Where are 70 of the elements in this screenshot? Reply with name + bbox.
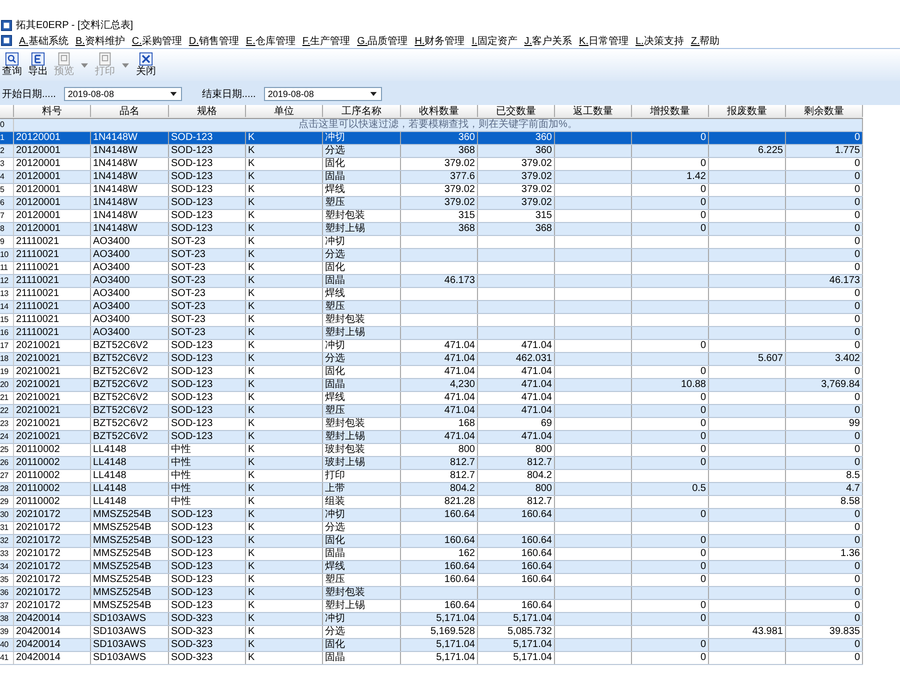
column-header[interactable]: 返工数量: [555, 105, 632, 117]
row-number: 0: [0, 119, 14, 131]
table-row[interactable]: 9 21110021 AO3400 SOT-23 K 冲切 0: [0, 236, 863, 249]
table-row[interactable]: 3 20120001 1N4148W SOD-123 K 固化 379.02 379.02 0 0: [0, 158, 863, 171]
search-icon: [5, 52, 19, 66]
column-header[interactable]: 料号: [14, 105, 91, 117]
table-row[interactable]: 41 20420014 SD103AWS SOD-323 K 固晶 5,171.04 5,171.04 0 0: [0, 652, 863, 665]
export-icon: [31, 52, 45, 66]
date-field[interactable]: 2019-08-08: [264, 87, 382, 101]
document-icon: [98, 52, 112, 66]
table-row[interactable]: 26 20110002 LL4148 中性 K 玻封上锡 812.7 812.7 0 0: [0, 457, 863, 470]
table-row[interactable]: 13 21110021 AO3400 SOT-23 K 焊线 0: [0, 288, 863, 301]
table-row[interactable]: 31 20210172 MMSZ5254B SOD-123 K 分选 0: [0, 522, 863, 535]
menu-item[interactable]: H.财务管理: [414, 34, 465, 48]
window-title: 拓其E0ERP - [交料汇总表]: [16, 18, 134, 32]
table-row[interactable]: 18 20210021 BZT52C6V2 SOD-123 K 分选 471.04 462.031 5.607 3.402: [0, 353, 863, 366]
table-row[interactable]: 38 20420014 SD103AWS SOD-323 K 冲切 5,171.04 5,171.04 0 0: [0, 613, 863, 626]
table-row[interactable]: 5 20120001 1N4148W SOD-123 K 焊线 379.02 379.02 0 0: [0, 184, 863, 197]
table-row[interactable]: 32 20210172 MMSZ5254B SOD-123 K 固化 160.64 160.64 0 0: [0, 535, 863, 548]
column-header[interactable]: 已交数量: [478, 105, 555, 117]
menu-item[interactable]: E.仓库管理: [246, 34, 296, 48]
table-row[interactable]: 2 20120001 1N4148W SOD-123 K 分选 368 360 6.225 1.775: [0, 145, 863, 158]
table-row[interactable]: 27 20110002 LL4148 中性 K 打印 812.7 804.2 8.5: [0, 470, 863, 483]
column-header[interactable]: 报废数量: [709, 105, 786, 117]
table-row[interactable]: 11 21110021 AO3400 SOT-23 K 固化 0: [0, 262, 863, 275]
table-row[interactable]: 30 20210172 MMSZ5254B SOD-123 K 冲切 160.64 160.64 0 0: [0, 509, 863, 522]
table-row[interactable]: 12 21110021 AO3400 SOT-23 K 固晶 46.173 46.173: [0, 275, 863, 288]
date-label: 结束日期.....: [202, 88, 256, 101]
menu-item[interactable]: C.采购管理: [132, 34, 182, 48]
column-header[interactable]: 工序名称: [323, 105, 401, 117]
menu-item[interactable]: B.资料维护: [75, 34, 125, 48]
table-row[interactable]: 4 20120001 1N4148W SOD-123 K 固晶 377.6 379.02 1.42 0: [0, 171, 863, 184]
table-row[interactable]: 29 20110002 LL4148 中性 K 组装 821.28 812.7 8.58: [0, 496, 863, 509]
toolbar-button[interactable]: 关闭: [134, 52, 158, 78]
table-row[interactable]: 28 20110002 LL4148 中性 K 上带 804.2 800 0.5 4.7: [0, 483, 863, 496]
column-header[interactable]: 规格: [169, 105, 246, 117]
document-icon: [57, 52, 71, 66]
menu-item[interactable]: L.决策支持: [636, 34, 684, 48]
table-row[interactable]: 1 20120001 1N4148W SOD-123 K 冲切 360 360 0 0: [0, 132, 863, 145]
menu-item[interactable]: G.品质管理: [357, 34, 408, 48]
close-icon: [139, 52, 153, 66]
menu-item[interactable]: F.生产管理: [302, 34, 350, 48]
column-header[interactable]: 单位: [246, 105, 323, 117]
date-label: 开始日期.....: [2, 88, 56, 101]
column-header[interactable]: 增投数量: [632, 105, 709, 117]
table-row[interactable]: 20 20210021 BZT52C6V2 SOD-123 K 固晶 4,230 471.04 10.88 3,769.84: [0, 379, 863, 392]
table-row[interactable]: 33 20210172 MMSZ5254B SOD-123 K 固晶 162 160.64 0 1.36: [0, 548, 863, 561]
menu-item[interactable]: K.日常管理: [579, 34, 628, 48]
column-header[interactable]: 收料数量: [401, 105, 478, 117]
menu-item[interactable]: Z.帮助: [690, 34, 720, 48]
menu-item[interactable]: J.客户关系: [524, 34, 572, 48]
table-row[interactable]: 17 20210021 BZT52C6V2 SOD-123 K 冲切 471.04 471.04 0 0: [0, 340, 863, 353]
table-row[interactable]: 34 20210172 MMSZ5254B SOD-123 K 焊线 160.64 160.64 0 0: [0, 561, 863, 574]
menu-item[interactable]: A.基础系统: [19, 34, 68, 48]
table-row[interactable]: 21 20210021 BZT52C6V2 SOD-123 K 焊线 471.04 471.04 0 0: [0, 392, 863, 405]
toolbar-button[interactable]: 导出: [26, 52, 50, 78]
column-header[interactable]: 品名: [91, 105, 169, 117]
table-row[interactable]: 19 20210021 BZT52C6V2 SOD-123 K 固化 471.04 471.04 0 0: [0, 366, 863, 379]
column-header[interactable]: 剩余数量: [786, 105, 863, 117]
menu-item[interactable]: I.固定资产: [472, 34, 518, 48]
date-field[interactable]: 2019-08-08: [64, 87, 182, 101]
caret-icon[interactable]: [170, 92, 177, 96]
toolbar-button[interactable]: 查询: [0, 52, 24, 78]
table-row[interactable]: 10 21110021 AO3400 SOT-23 K 分选 0: [0, 249, 863, 262]
menu-item[interactable]: D.销售管理: [188, 34, 239, 48]
table-row[interactable]: 25 20110002 LL4148 中性 K 玻封包装 800 800 0 0: [0, 444, 863, 457]
table-row[interactable]: 39 20420014 SD103AWS SOD-323 K 分选 5,169.528 5,085.732 43.981 39.835: [0, 626, 863, 639]
table-row[interactable]: 40 20420014 SD103AWS SOD-323 K 固化 5,171.04 5,171.04 0 0: [0, 639, 863, 652]
app-icon[interactable]: [1, 35, 12, 46]
caret-icon[interactable]: [370, 92, 377, 96]
